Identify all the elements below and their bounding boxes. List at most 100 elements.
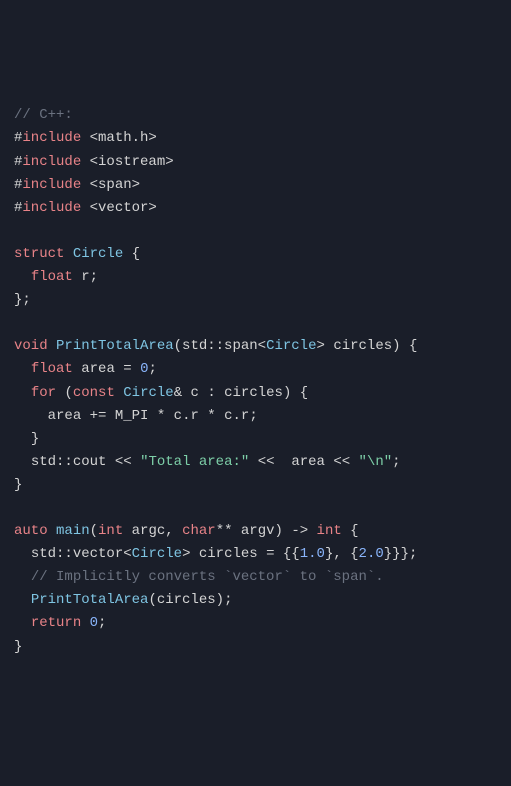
number: 2.0 [359, 546, 384, 562]
type-name: Circle [123, 385, 173, 401]
op: = [266, 546, 274, 562]
char-kw: char [182, 523, 216, 539]
code-line: area += M_PI * c.r * c.r; [14, 405, 497, 428]
code-line: } [14, 428, 497, 451]
angle: < [123, 546, 131, 562]
brace: } [14, 477, 22, 493]
include-kw: include [22, 154, 81, 170]
semi: ; [148, 361, 156, 377]
auto-kw: auto [14, 523, 48, 539]
string: "\n" [359, 454, 393, 470]
field: r [81, 269, 89, 285]
semi: ; [224, 592, 232, 608]
brace: } [14, 639, 22, 655]
paren: ) [283, 385, 291, 401]
struct-kw: struct [14, 246, 64, 262]
comma: , [165, 523, 173, 539]
comment: // Implicitly converts `vector` to `span… [31, 569, 384, 585]
op: -> [291, 523, 308, 539]
angle: > [182, 546, 190, 562]
code-line: float r; [14, 266, 497, 289]
expr: c.r [174, 408, 199, 424]
expr: std::cout [31, 454, 107, 470]
code-line: for (const Circle& c : circles) { [14, 382, 497, 405]
func-name: main [56, 523, 90, 539]
op: << [258, 454, 275, 470]
colon: : [207, 385, 215, 401]
paren: ( [174, 338, 182, 354]
code-line: float area = 0; [14, 358, 497, 381]
int-kw: int [98, 523, 123, 539]
brace: { [409, 338, 417, 354]
float-kw: float [31, 269, 73, 285]
func-name: PrintTotalArea [56, 338, 174, 354]
include-kw: include [22, 130, 81, 146]
paren: ( [64, 385, 72, 401]
paren: ) [392, 338, 400, 354]
include-path: <vector> [90, 200, 157, 216]
return-kw: return [31, 615, 81, 631]
code-line: // C++: [14, 104, 497, 127]
float-kw: float [31, 361, 73, 377]
comment: // C++: [14, 107, 73, 123]
code-line: struct Circle { [14, 243, 497, 266]
code-line: } [14, 474, 497, 497]
paren: ) [216, 592, 224, 608]
brace: }}}; [384, 546, 418, 562]
angle: < [258, 338, 266, 354]
type-name: Circle [266, 338, 316, 354]
number: 0 [90, 615, 98, 631]
code-line: std::cout << "Total area:" << area << "\… [14, 451, 497, 474]
semi: ; [90, 269, 98, 285]
int-kw: int [317, 523, 342, 539]
code-line: void PrintTotalArea(std::span<Circle> ci… [14, 335, 497, 358]
type-name: Circle [132, 546, 182, 562]
code-line: #include <iostream> [14, 151, 497, 174]
blank-line [14, 312, 497, 335]
code-line: PrintTotalArea(circles); [14, 589, 497, 612]
op: << [115, 454, 132, 470]
param: argc [132, 523, 166, 539]
include-path: <iostream> [90, 154, 174, 170]
op: = [123, 361, 131, 377]
op: ** [216, 523, 233, 539]
string: "Total area:" [140, 454, 249, 470]
op: * [157, 408, 165, 424]
var: area [81, 361, 115, 377]
const: M_PI [115, 408, 149, 424]
code-line: #include <vector> [14, 197, 497, 220]
code-line: return 0; [14, 612, 497, 635]
semi: ; [249, 408, 257, 424]
paren: ( [90, 523, 98, 539]
type-name: std::span [182, 338, 258, 354]
param: argv [241, 523, 275, 539]
code-line: #include <span> [14, 174, 497, 197]
var: circles [199, 546, 258, 562]
blank-line [14, 497, 497, 520]
brace: } [31, 431, 39, 447]
include-kw: include [22, 177, 81, 193]
brace: { [350, 523, 358, 539]
var: circles [157, 592, 216, 608]
code-line: }; [14, 289, 497, 312]
op: * [207, 408, 215, 424]
code-line: std::vector<Circle> circles = {{1.0}, {2… [14, 543, 497, 566]
include-path: <math.h> [90, 130, 157, 146]
code-block: // C++:#include <math.h>#include <iostre… [14, 104, 497, 658]
op: += [90, 408, 107, 424]
func-name: PrintTotalArea [31, 592, 149, 608]
semi: ; [98, 615, 106, 631]
const-kw: const [73, 385, 115, 401]
brace: {{ [283, 546, 300, 562]
code-line: // Implicitly converts `vector` to `span… [14, 566, 497, 589]
brace: { [132, 246, 140, 262]
void-kw: void [14, 338, 48, 354]
angle: > [317, 338, 325, 354]
blank-line [14, 220, 497, 243]
include-path: <span> [90, 177, 140, 193]
code-line: auto main(int argc, char** argv) -> int … [14, 520, 497, 543]
var: c [191, 385, 199, 401]
brace: { [300, 385, 308, 401]
code-line: } [14, 636, 497, 659]
var: area [48, 408, 82, 424]
